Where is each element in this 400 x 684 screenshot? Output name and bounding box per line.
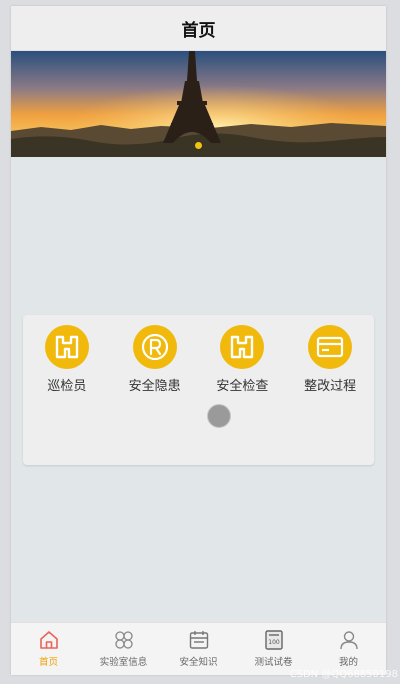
tab-home[interactable]: 首页: [11, 623, 86, 675]
carousel-indicator: [11, 142, 386, 149]
tab-bar: 首页 实验室信息 安全知识 100 测试试卷 我的: [11, 622, 386, 675]
function-grid: 巡检员 安全隐患 安全检查 整改过程: [23, 315, 374, 394]
carousel-dot-active[interactable]: [195, 142, 202, 149]
tab-label: 实验室信息: [99, 657, 148, 668]
loading-spinner: [207, 404, 231, 428]
grid-label: 巡检员: [47, 379, 87, 394]
binoculars-icon: [220, 325, 265, 369]
registered-icon: [132, 325, 177, 369]
watermark-text: CSDN @QQ68850198: [289, 669, 398, 680]
card-icon: [308, 325, 353, 369]
svg-text:100: 100: [268, 639, 280, 646]
user-icon: [339, 631, 358, 650]
page-title: 首页: [181, 20, 216, 41]
grid-item-inspector[interactable]: 巡检员: [23, 325, 111, 394]
tab-label: 首页: [38, 657, 58, 668]
function-card: 巡检员 安全隐患 安全检查 整改过程: [23, 315, 374, 465]
banner-carousel[interactable]: [11, 51, 386, 157]
grid-item-rectification[interactable]: 整改过程: [286, 325, 374, 394]
grid-label: 安全隐患: [128, 379, 181, 394]
tab-label: 测试试卷: [254, 657, 293, 668]
grid-item-inspection[interactable]: 安全检查: [199, 325, 287, 394]
tab-mine[interactable]: 我的: [311, 623, 386, 675]
tab-exam[interactable]: 100 测试试卷: [236, 623, 311, 675]
tab-label: 我的: [338, 657, 358, 668]
tab-label: 安全知识: [179, 657, 218, 668]
calendar-icon: [189, 631, 208, 649]
binoculars-icon: [44, 325, 89, 369]
home-icon: [39, 631, 58, 649]
lab-icon: [114, 631, 133, 649]
grid-item-hazard[interactable]: 安全隐患: [111, 325, 199, 394]
tab-safety-knowledge[interactable]: 安全知识: [161, 623, 236, 675]
exam-icon: 100: [264, 630, 283, 650]
grid-label: 安全检查: [216, 379, 269, 394]
tab-lab-info[interactable]: 实验室信息: [86, 623, 161, 675]
nav-bar: 首页: [11, 6, 386, 51]
app-screen: 首页 巡检员 安全隐患 安全检查 整改过程 首页 实验室信息 安全知识 100 …: [11, 6, 386, 675]
grid-label: 整改过程: [304, 379, 357, 394]
